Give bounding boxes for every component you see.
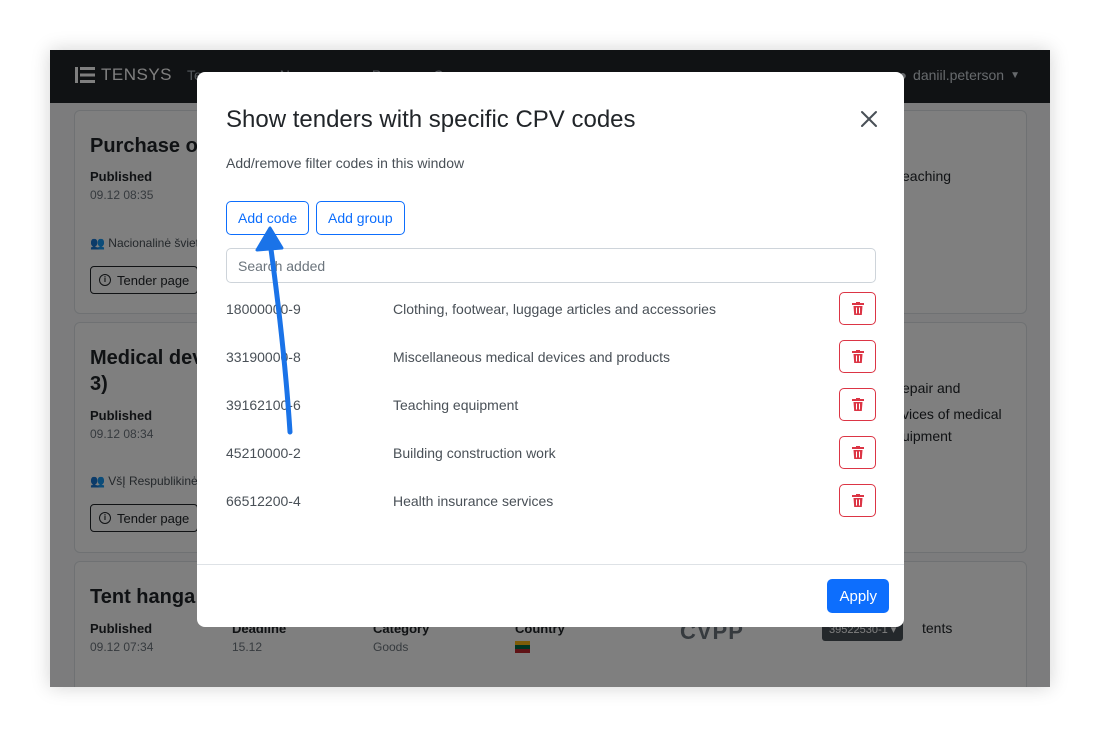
code-row: 66512200-4 Health insurance services: [226, 484, 876, 525]
modal-footer-divider: [197, 564, 904, 565]
code-row: 45210000-2 Building construction work: [226, 436, 876, 477]
close-button[interactable]: [860, 110, 878, 128]
cpv-description: Health insurance services: [393, 493, 554, 509]
modal-title: Show tenders with specific CPV codes: [226, 106, 636, 133]
cpv-code: 18000000-9: [226, 301, 301, 317]
code-row: 18000000-9 Clothing, footwear, luggage a…: [226, 292, 876, 333]
cpv-filter-modal: Show tenders with specific CPV codes Add…: [197, 72, 904, 627]
cpv-description: Building construction work: [393, 445, 556, 461]
trash-icon: [851, 446, 864, 459]
add-group-button[interactable]: Add group: [316, 201, 405, 235]
code-row: 39162100-6 Teaching equipment: [226, 388, 876, 429]
cpv-code: 33190000-8: [226, 349, 301, 365]
add-code-button[interactable]: Add code: [226, 201, 310, 235]
cpv-code: 66512200-4: [226, 493, 301, 509]
delete-code-button[interactable]: [839, 292, 876, 325]
delete-code-button[interactable]: [839, 388, 876, 421]
delete-code-button[interactable]: [839, 484, 876, 517]
trash-icon: [851, 398, 864, 411]
app-window: TENSYS Te N P C ● daniil.peterson ▼ Purc…: [50, 50, 1050, 687]
trash-icon: [851, 350, 864, 363]
code-row: 33190000-8 Miscellaneous medical devices…: [226, 340, 876, 381]
cpv-code: 39162100-6: [226, 397, 301, 413]
cpv-description: Clothing, footwear, luggage articles and…: [393, 301, 716, 317]
cpv-description: Miscellaneous medical devices and produc…: [393, 349, 671, 365]
close-icon: [861, 111, 877, 127]
search-input[interactable]: [226, 248, 876, 283]
modal-subtitle: Add/remove filter codes in this window: [226, 155, 465, 171]
delete-code-button[interactable]: [839, 340, 876, 373]
cpv-code: 45210000-2: [226, 445, 301, 461]
apply-button[interactable]: Apply: [827, 579, 889, 613]
cpv-description: Teaching equipment: [393, 397, 519, 413]
trash-icon: [851, 302, 864, 315]
trash-icon: [851, 494, 864, 507]
delete-code-button[interactable]: [839, 436, 876, 469]
